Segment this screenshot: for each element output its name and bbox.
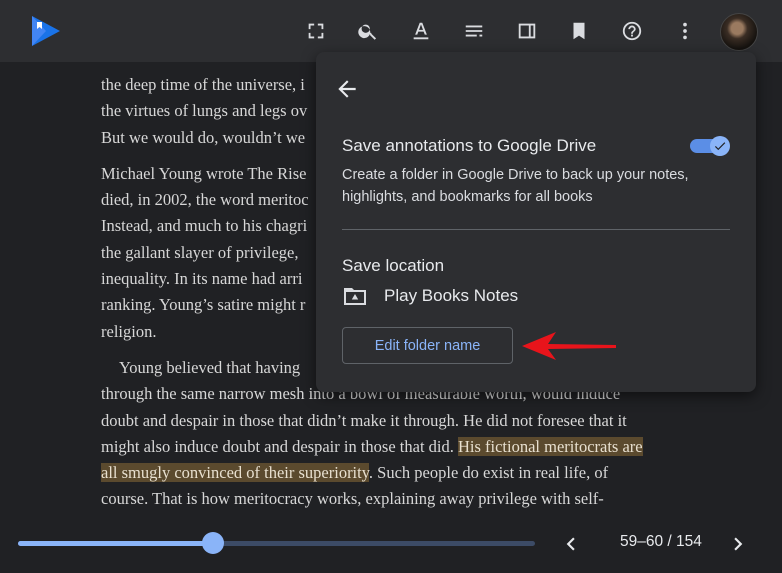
book-line: doubt and despair in those that didn’t m…	[101, 410, 627, 430]
next-page-chevron-icon[interactable]	[725, 531, 751, 557]
book-line: Michael Young wrote The Rise	[101, 163, 307, 183]
book-line: course. That is how meritocracy works, e…	[101, 489, 604, 509]
drive-folder-icon	[344, 288, 366, 305]
annotation-red-arrow-icon	[522, 332, 616, 360]
display-options-icon[interactable]	[511, 15, 543, 47]
book-line: the deep time of the universe, i	[101, 75, 305, 94]
panel-divider	[342, 229, 730, 230]
folder-name: Play Books Notes	[384, 286, 519, 305]
page-indicator: 59–60 / 154	[620, 533, 702, 550]
book-line: the gallant slayer of privilege,	[101, 242, 299, 262]
save-to-drive-toggle[interactable]	[690, 134, 732, 156]
save-annotations-title: Save annotations to Google Drive	[342, 136, 597, 155]
previous-page-chevron-icon[interactable]	[558, 531, 584, 557]
back-arrow-icon[interactable]	[334, 76, 360, 102]
book-line: might also induce doubt and despair in t…	[101, 436, 458, 456]
book-line: Instead, and much to his chagri	[101, 216, 308, 236]
book-line: . Such people do exist in real life, of	[368, 463, 609, 483]
book-line: Young believed that having	[119, 357, 301, 377]
more-icon[interactable]	[669, 15, 701, 47]
bottom-navigation-bar: 59–60 / 154	[0, 513, 782, 573]
book-line: the virtues of lungs and legs ov	[101, 101, 308, 121]
book-line: But we would do, wouldn’t we	[101, 127, 306, 147]
save-annotations-description: Create a folder in Google Drive to back …	[342, 167, 689, 205]
edit-folder-name-button[interactable]: Edit folder name	[342, 327, 513, 364]
account-avatar[interactable]	[720, 13, 758, 51]
search-icon[interactable]	[352, 15, 384, 47]
save-location-folder: Play Books Notes	[342, 284, 518, 308]
book-line: inequality. In its name had arri	[101, 269, 303, 289]
save-location-label: Save location	[342, 256, 445, 275]
progress-thumb[interactable]	[202, 532, 225, 554]
highlighted-text[interactable]: His fictional meritocrats are	[457, 436, 643, 456]
progress-fill	[18, 541, 214, 546]
book-line: died, in 2002, the word meritoc	[101, 190, 309, 210]
text-format-icon[interactable]	[405, 15, 437, 47]
check-icon	[710, 136, 730, 156]
book-line: ranking. Young’s satire might r	[101, 295, 306, 315]
page-progress-slider[interactable]	[18, 532, 535, 554]
help-icon[interactable]	[616, 15, 648, 47]
play-books-logo-icon[interactable]	[28, 14, 62, 48]
highlighted-text[interactable]: all smugly convinced of their superiorit…	[101, 463, 369, 483]
bookmark-icon[interactable]	[563, 15, 595, 47]
book-line: religion.	[101, 321, 157, 341]
contents-icon[interactable]	[458, 15, 490, 47]
fullscreen-icon[interactable]	[300, 15, 332, 47]
